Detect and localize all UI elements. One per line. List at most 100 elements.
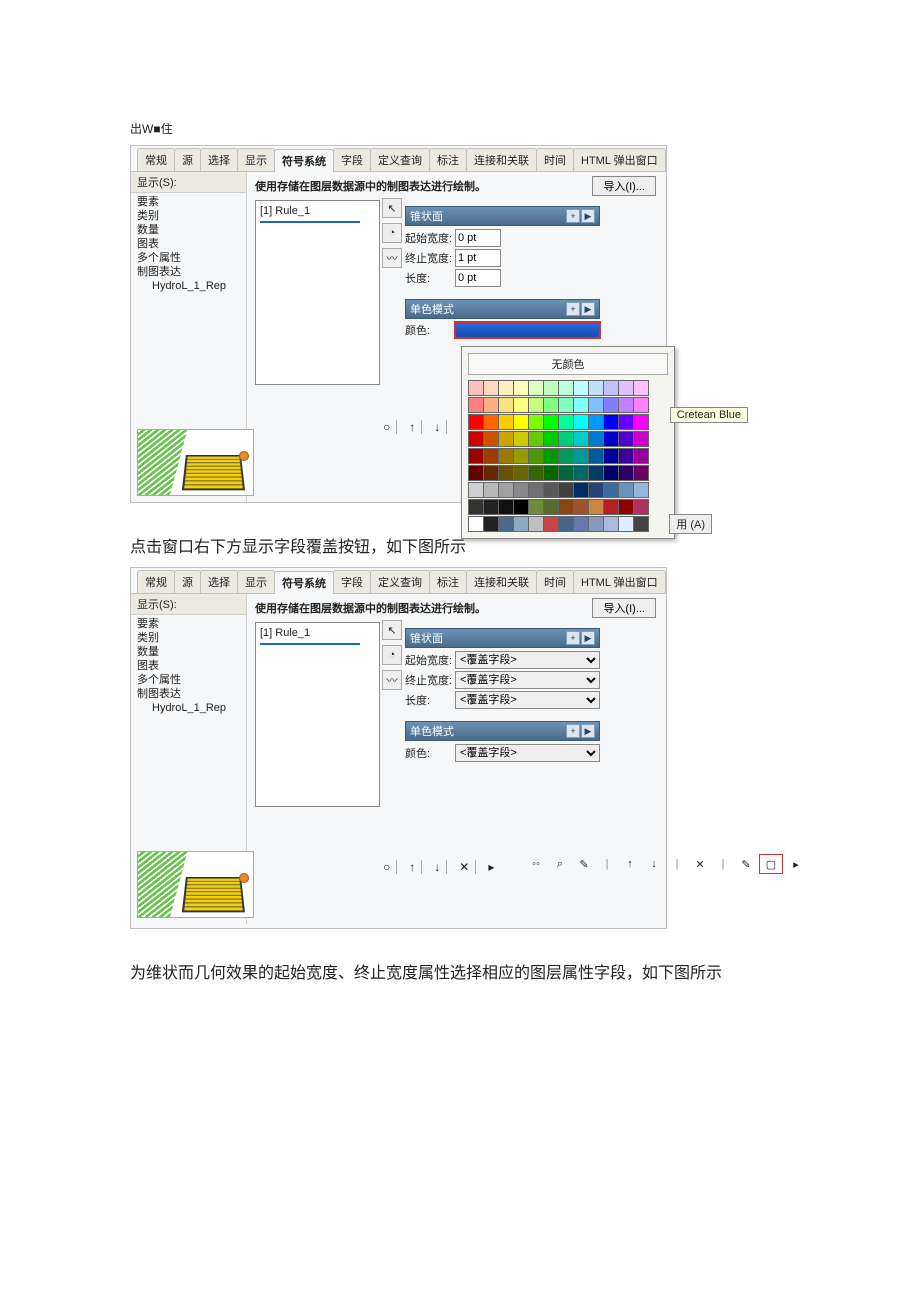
sidebar-item-charts[interactable]: 图表: [137, 237, 240, 251]
color-cell[interactable]: [543, 414, 559, 430]
move-layer-up-icon[interactable]: ↑: [619, 854, 641, 874]
color-cell[interactable]: [483, 448, 499, 464]
color-cell[interactable]: [483, 431, 499, 447]
tab-fields-2[interactable]: 字段: [333, 570, 371, 593]
color-cell[interactable]: [483, 465, 499, 481]
move-up-icon-2[interactable]: ↑: [403, 860, 422, 874]
color-cell[interactable]: [573, 431, 589, 447]
color-cell[interactable]: [483, 414, 499, 430]
tab-general-2[interactable]: 常规: [137, 570, 175, 593]
color-cell[interactable]: [543, 499, 559, 515]
tab-general[interactable]: 常规: [137, 148, 175, 171]
clip-icon-2[interactable]: ✎: [573, 854, 595, 874]
sidebar-item-multiple-attrs-2[interactable]: 多个属性: [137, 673, 240, 687]
color-cell[interactable]: [468, 465, 484, 481]
color-cell[interactable]: [633, 482, 649, 498]
color-cell[interactable]: [498, 482, 514, 498]
move-down-icon[interactable]: ↓: [428, 420, 447, 434]
color-cell[interactable]: [603, 448, 619, 464]
plus-icon-3[interactable]: +: [566, 631, 580, 645]
color-cell[interactable]: [558, 499, 574, 515]
end-width-input[interactable]: [455, 249, 501, 267]
color-cell[interactable]: [603, 465, 619, 481]
plus-icon[interactable]: +: [566, 209, 580, 223]
new-rule-icon[interactable]: ○: [377, 420, 397, 434]
color-cell[interactable]: [528, 499, 544, 515]
color-cell[interactable]: [528, 431, 544, 447]
tab-source-2[interactable]: 源: [174, 570, 201, 593]
color-cell[interactable]: [483, 397, 499, 413]
color-cell[interactable]: [618, 448, 634, 464]
color-cell[interactable]: [528, 516, 544, 532]
color-picker[interactable]: 无颜色 Cretean Blue 用 (A): [461, 346, 675, 539]
color-cell[interactable]: [558, 516, 574, 532]
sidebar-item-quantities[interactable]: 数量: [137, 223, 240, 237]
color-cell[interactable]: [633, 465, 649, 481]
marker-tool-icon[interactable]: ✎: [735, 854, 757, 874]
line-tool-icon[interactable]: 〰: [382, 248, 402, 268]
color-cell[interactable]: [573, 516, 589, 532]
color-cell[interactable]: [543, 516, 559, 532]
sidebar-item-charts-2[interactable]: 图表: [137, 659, 240, 673]
color-select[interactable]: <覆盖字段>: [455, 744, 600, 762]
color-palette[interactable]: [468, 380, 668, 532]
start-width-select[interactable]: <覆盖字段>: [455, 651, 600, 669]
rules-list-2[interactable]: [1] Rule_1: [255, 622, 380, 807]
color-cell[interactable]: [483, 482, 499, 498]
color-cell[interactable]: [633, 414, 649, 430]
color-cell[interactable]: [618, 516, 634, 532]
move-up-icon[interactable]: ↑: [403, 420, 422, 434]
color-cell[interactable]: [528, 397, 544, 413]
color-cell[interactable]: [618, 380, 634, 396]
color-cell[interactable]: [498, 465, 514, 481]
sidebar-item-features-2[interactable]: 要素: [137, 617, 240, 631]
tab-symbology-2[interactable]: 符号系统: [274, 571, 334, 594]
tab-html-popup[interactable]: HTML 弹出窗口: [573, 148, 666, 171]
color-cell[interactable]: [513, 380, 529, 396]
field-override-button[interactable]: ▢: [759, 854, 783, 874]
color-cell[interactable]: [633, 397, 649, 413]
tab-definition-query-2[interactable]: 定义查询: [370, 570, 430, 593]
color-cell[interactable]: [498, 448, 514, 464]
color-cell[interactable]: [468, 516, 484, 532]
color-cell[interactable]: [618, 397, 634, 413]
color-cell[interactable]: [498, 380, 514, 396]
color-cell[interactable]: [588, 482, 604, 498]
color-cell[interactable]: [483, 516, 499, 532]
find-icon-2[interactable]: ⌕: [549, 854, 571, 874]
color-cell[interactable]: [633, 448, 649, 464]
color-cell[interactable]: [468, 499, 484, 515]
color-cell[interactable]: [573, 448, 589, 464]
color-cell[interactable]: [588, 431, 604, 447]
expand-icon-2[interactable]: ▸: [482, 860, 500, 874]
color-cell[interactable]: [603, 516, 619, 532]
sidebar-child-hydro-2[interactable]: HydroL_1_Rep: [137, 701, 240, 715]
color-cell[interactable]: [573, 499, 589, 515]
color-cell[interactable]: [483, 499, 499, 515]
end-width-select[interactable]: <覆盖字段>: [455, 671, 600, 689]
tab-labels[interactable]: 标注: [429, 148, 467, 171]
color-cell[interactable]: [633, 499, 649, 515]
color-cell[interactable]: [558, 482, 574, 498]
color-cell[interactable]: [483, 380, 499, 396]
import-button-2[interactable]: 导入(I)...: [592, 598, 656, 618]
move-layer-down-icon[interactable]: ↓: [643, 854, 665, 874]
color-cell[interactable]: [543, 482, 559, 498]
color-cell[interactable]: [558, 448, 574, 464]
color-cell[interactable]: [603, 380, 619, 396]
color-cell[interactable]: [588, 465, 604, 481]
color-cell[interactable]: [513, 448, 529, 464]
color-cell[interactable]: [588, 516, 604, 532]
sidebar-item-quantities-2[interactable]: 数量: [137, 645, 240, 659]
color-cell[interactable]: [513, 465, 529, 481]
sidebar-item-features[interactable]: 要素: [137, 195, 240, 209]
color-cell[interactable]: [588, 448, 604, 464]
tab-source[interactable]: 源: [174, 148, 201, 171]
sidebar-item-representations[interactable]: 制图表达: [137, 265, 240, 279]
color-cell[interactable]: [513, 397, 529, 413]
color-cell[interactable]: [573, 482, 589, 498]
palette-icon-2[interactable]: ◦◦: [525, 854, 547, 874]
color-cell[interactable]: [633, 380, 649, 396]
color-cell[interactable]: [513, 516, 529, 532]
color-cell[interactable]: [618, 414, 634, 430]
